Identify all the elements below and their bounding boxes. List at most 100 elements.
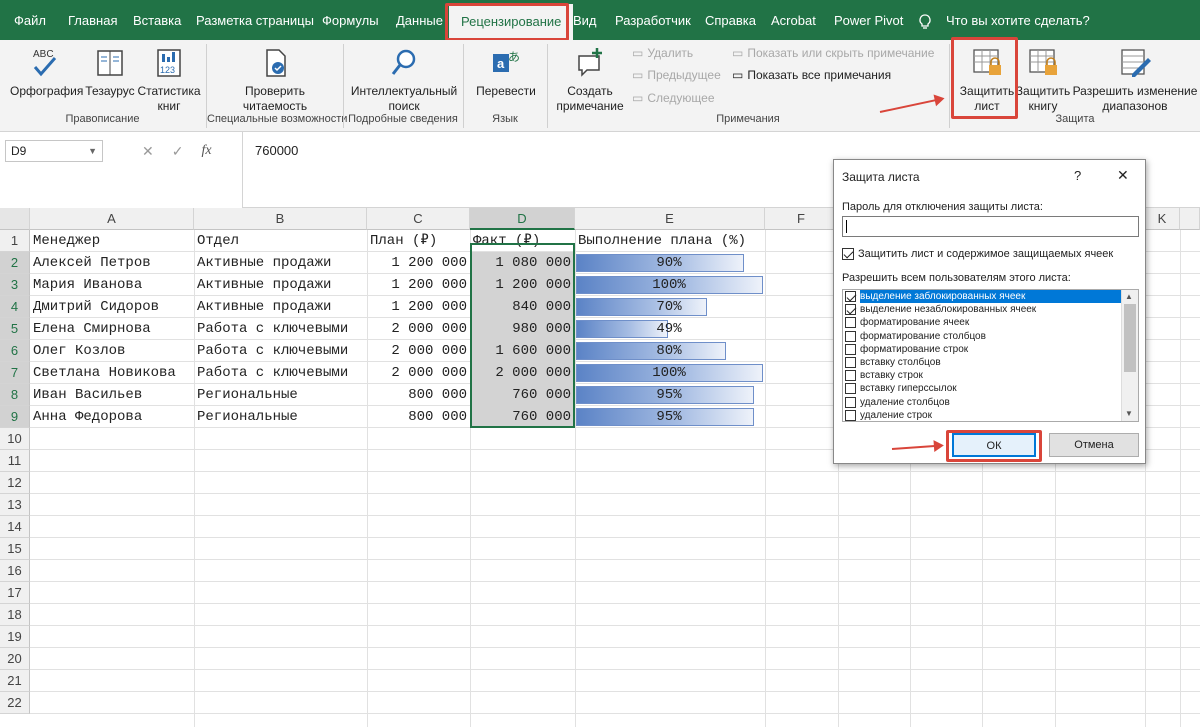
cell-plan[interactable]: 2 000 000 bbox=[367, 362, 470, 384]
cell-manager[interactable]: Иван Васильев bbox=[30, 384, 194, 406]
cell-plan[interactable]: 1 200 000 bbox=[367, 274, 470, 296]
permission-item[interactable]: вставку столбцов bbox=[843, 356, 1138, 369]
permission-item[interactable]: форматирование столбцов bbox=[843, 330, 1138, 343]
row-header[interactable]: 20 bbox=[0, 648, 30, 670]
cell-manager[interactable]: Олег Козлов bbox=[30, 340, 194, 362]
checkbox-icon[interactable] bbox=[845, 357, 856, 369]
row-header[interactable]: 4 bbox=[0, 296, 30, 318]
permissions-list[interactable]: выделение заблокированных ячеек выделение… bbox=[842, 289, 1139, 422]
enter-icon[interactable]: ✓ bbox=[172, 143, 184, 160]
cell-fact[interactable]: 2 000 000 bbox=[471, 362, 574, 384]
row-header[interactable]: 18 bbox=[0, 604, 30, 626]
smart-lookup-button[interactable]: Интеллектуальный поиск bbox=[350, 46, 458, 114]
tab-file[interactable]: Файл bbox=[14, 0, 46, 40]
translate-button[interactable]: aあ Перевести bbox=[470, 46, 542, 99]
cell-e1[interactable]: Выполнение плана (%) bbox=[575, 230, 770, 252]
tab-help[interactable]: Справка bbox=[705, 0, 756, 40]
cell-completion[interactable]: 95% bbox=[575, 406, 763, 428]
row-header[interactable]: 2 bbox=[0, 252, 30, 274]
cell-fact[interactable]: 1 600 000 bbox=[471, 340, 574, 362]
cell-completion[interactable]: 80% bbox=[575, 340, 763, 362]
cell-department[interactable]: Активные продажи bbox=[194, 274, 367, 296]
ok-button[interactable]: ОК bbox=[952, 433, 1036, 457]
row-header[interactable]: 5 bbox=[0, 318, 30, 340]
show-hide-comment-button[interactable]: ▭ Показать или скрыть примечание bbox=[732, 46, 934, 60]
row-header[interactable]: 3 bbox=[0, 274, 30, 296]
checkbox-icon[interactable] bbox=[845, 383, 856, 395]
row-header[interactable]: 9 bbox=[0, 406, 30, 428]
cancel-icon[interactable]: ✕ bbox=[142, 143, 154, 160]
cancel-button[interactable]: Отмена bbox=[1049, 433, 1139, 457]
thesaurus-button[interactable]: Тезаурус bbox=[84, 46, 136, 99]
cell-department[interactable]: Работа с ключевыми bbox=[194, 340, 367, 362]
column-header-d[interactable]: D bbox=[470, 208, 575, 230]
cell-manager[interactable]: Мария Иванова bbox=[30, 274, 194, 296]
name-box[interactable]: D9 ▼ bbox=[5, 140, 103, 162]
permission-item[interactable]: удаление столбцов bbox=[843, 396, 1138, 409]
cell-completion[interactable]: 70% bbox=[575, 296, 763, 318]
column-header-k[interactable]: K bbox=[1145, 208, 1180, 230]
insert-function-button[interactable]: fx bbox=[201, 143, 211, 159]
tab-acrobat[interactable]: Acrobat bbox=[771, 0, 816, 40]
checkbox-icon[interactable] bbox=[845, 396, 856, 408]
permission-item[interactable]: вставку гиперссылок bbox=[843, 382, 1138, 395]
cell-manager[interactable]: Анна Федорова bbox=[30, 406, 194, 428]
row-header[interactable]: 11 bbox=[0, 450, 30, 472]
row-header[interactable]: 14 bbox=[0, 516, 30, 538]
cell-completion[interactable]: 100% bbox=[575, 362, 763, 384]
cell-manager[interactable]: Дмитрий Сидоров bbox=[30, 296, 194, 318]
checkbox-icon[interactable] bbox=[845, 343, 856, 355]
cell-b1[interactable]: Отдел bbox=[194, 230, 367, 252]
cell-department[interactable]: Региональные bbox=[194, 384, 367, 406]
cell-manager[interactable]: Светлана Новикова bbox=[30, 362, 194, 384]
check-accessibility-button[interactable]: Проверить читаемость bbox=[225, 46, 325, 114]
new-comment-button[interactable]: Создать примечание bbox=[553, 46, 627, 114]
cell-plan[interactable]: 1 200 000 bbox=[367, 296, 470, 318]
permission-item[interactable]: вставку строк bbox=[843, 369, 1138, 382]
checkbox-icon[interactable] bbox=[845, 370, 856, 382]
row-header[interactable]: 22 bbox=[0, 692, 30, 714]
tab-review[interactable]: Рецензирование bbox=[449, 4, 574, 40]
row-header[interactable]: 8 bbox=[0, 384, 30, 406]
tab-formulas[interactable]: Формулы bbox=[322, 0, 379, 40]
protect-workbook-button[interactable]: Защитить книгу bbox=[1014, 46, 1072, 114]
cell-plan[interactable]: 800 000 bbox=[367, 384, 470, 406]
cell-department[interactable]: Работа с ключевыми bbox=[194, 362, 367, 384]
cell-a1[interactable]: Менеджер bbox=[30, 230, 194, 252]
checkbox-icon[interactable] bbox=[845, 291, 856, 303]
tab-page-layout[interactable]: Разметка страницы bbox=[196, 0, 314, 40]
row-header[interactable]: 21 bbox=[0, 670, 30, 692]
list-scrollbar[interactable]: ▲ ▼ bbox=[1121, 290, 1138, 421]
checkbox-icon[interactable] bbox=[845, 409, 856, 421]
cell-plan[interactable]: 2 000 000 bbox=[367, 340, 470, 362]
tell-me-search[interactable]: Что вы хотите сделать? bbox=[946, 0, 1090, 40]
help-button[interactable]: ? bbox=[1074, 168, 1081, 183]
previous-comment-button[interactable]: ▭ Предыдущее bbox=[632, 68, 721, 82]
cell-manager[interactable]: Алексей Петров bbox=[30, 252, 194, 274]
close-icon[interactable]: ✕ bbox=[1117, 167, 1129, 184]
chevron-up-icon[interactable]: ▲ bbox=[1125, 292, 1133, 301]
cell-manager[interactable]: Елена Смирнова bbox=[30, 318, 194, 340]
permission-item[interactable]: удаление строк bbox=[843, 409, 1138, 421]
checkbox-icon[interactable] bbox=[845, 330, 856, 342]
column-header-f[interactable]: F bbox=[765, 208, 838, 230]
cell-department[interactable]: Активные продажи bbox=[194, 296, 367, 318]
row-header[interactable]: 16 bbox=[0, 560, 30, 582]
row-header[interactable]: 7 bbox=[0, 362, 30, 384]
cell-completion[interactable]: 49% bbox=[575, 318, 763, 340]
chevron-down-icon[interactable]: ▼ bbox=[1125, 409, 1133, 418]
tab-data[interactable]: Данные bbox=[396, 0, 443, 40]
cell-plan[interactable]: 2 000 000 bbox=[367, 318, 470, 340]
row-header[interactable]: 13 bbox=[0, 494, 30, 516]
cell-completion[interactable]: 90% bbox=[575, 252, 763, 274]
cell-department[interactable]: Активные продажи bbox=[194, 252, 367, 274]
delete-comment-button[interactable]: ▭ Удалить bbox=[632, 46, 693, 60]
tab-home[interactable]: Главная bbox=[68, 0, 117, 40]
show-all-comments-button[interactable]: ▭ Показать все примечания bbox=[732, 68, 891, 82]
cell-fact[interactable]: 980 000 bbox=[471, 318, 574, 340]
cell-department[interactable]: Региональные bbox=[194, 406, 367, 428]
cell-d1[interactable]: Факт (₽) bbox=[470, 230, 575, 252]
cell-c1[interactable]: План (₽) bbox=[367, 230, 470, 252]
cell-fact[interactable]: 1 200 000 bbox=[471, 274, 574, 296]
next-comment-button[interactable]: ▭ Следующее bbox=[632, 91, 715, 105]
